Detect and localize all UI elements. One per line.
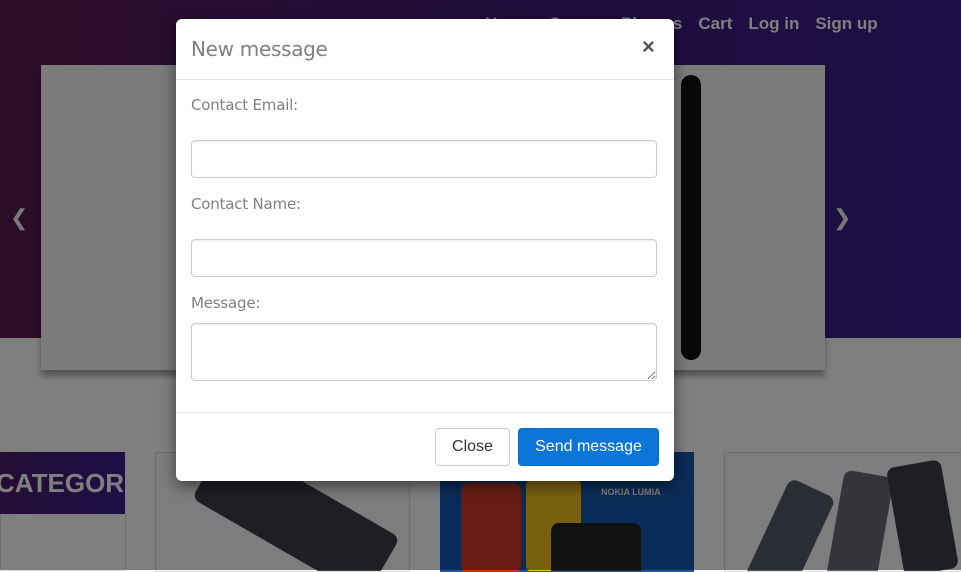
new-message-modal: New message × Contact Email: Contact Nam…: [176, 19, 674, 481]
name-field[interactable]: [191, 239, 657, 277]
modal-header: New message ×: [176, 19, 674, 80]
name-label: Contact Name:: [191, 195, 301, 213]
close-button[interactable]: Close: [435, 428, 510, 466]
close-icon[interactable]: ×: [642, 36, 655, 58]
email-field[interactable]: [191, 140, 657, 178]
message-label: Message:: [191, 294, 261, 312]
modal-title: New message: [191, 37, 328, 61]
message-textarea[interactable]: [191, 323, 657, 381]
email-label: Contact Email:: [191, 96, 298, 114]
modal-footer: Close Send message: [176, 412, 674, 482]
send-message-button[interactable]: Send message: [518, 428, 659, 466]
